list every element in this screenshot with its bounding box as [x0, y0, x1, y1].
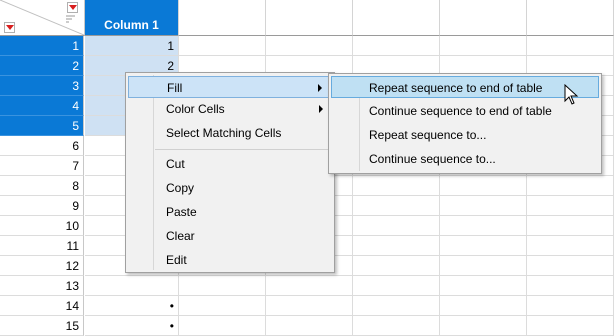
- empty-cell[interactable]: [440, 196, 527, 216]
- menu-item-label: Color Cells: [166, 102, 225, 116]
- row-number[interactable]: 6: [0, 136, 84, 156]
- row-number[interactable]: 8: [0, 176, 84, 196]
- column1-cell[interactable]: •: [85, 296, 179, 316]
- menu-item-label: Continue sequence to end of table: [369, 104, 552, 118]
- menu-item-label: Copy: [166, 181, 195, 195]
- column1-cell[interactable]: 1: [85, 36, 179, 56]
- column-header-empty[interactable]: [266, 0, 353, 36]
- column-header-empty[interactable]: [353, 0, 440, 36]
- row-menu-red-triangle-icon[interactable]: [4, 22, 15, 33]
- menu-item-label: Cut: [166, 157, 185, 171]
- empty-cell[interactable]: [179, 296, 266, 316]
- menu-item-label: Clear: [166, 229, 195, 243]
- menu-separator: [155, 149, 331, 150]
- menu-item-label: Continue sequence to...: [369, 152, 496, 166]
- empty-cell[interactable]: [440, 316, 527, 336]
- menu-item-select-matching-cells[interactable]: Select Matching Cells: [128, 122, 332, 144]
- empty-cell[interactable]: [353, 256, 440, 276]
- column-header-1[interactable]: Column 1: [85, 0, 179, 36]
- empty-cell[interactable]: [353, 236, 440, 256]
- mouse-pointer-icon: [564, 84, 579, 105]
- empty-cell[interactable]: [527, 216, 614, 236]
- empty-cell[interactable]: [527, 296, 614, 316]
- row-number[interactable]: 3: [0, 76, 84, 96]
- row-number[interactable]: 2: [0, 56, 84, 76]
- table-corner: [0, 0, 85, 36]
- empty-cell[interactable]: [527, 196, 614, 216]
- row-number[interactable]: 5: [0, 116, 84, 136]
- empty-cell[interactable]: [266, 276, 353, 296]
- empty-cell[interactable]: [527, 176, 614, 196]
- menu-item-label: Edit: [166, 253, 187, 267]
- row-number[interactable]: 7: [0, 156, 84, 176]
- menu-item-label: Fill: [167, 81, 183, 95]
- empty-cell[interactable]: [440, 216, 527, 236]
- empty-cell[interactable]: [353, 176, 440, 196]
- row-number[interactable]: 12: [0, 256, 84, 276]
- empty-cell[interactable]: [527, 316, 614, 336]
- empty-cell[interactable]: [527, 256, 614, 276]
- row-number[interactable]: 15: [0, 316, 84, 336]
- menu-item-label: Paste: [166, 205, 197, 219]
- row-number[interactable]: 14: [0, 296, 84, 316]
- submenu-item-repeat-to[interactable]: Repeat sequence to...: [331, 124, 599, 146]
- row-number[interactable]: 11: [0, 236, 84, 256]
- submenu-item-repeat-to-end[interactable]: Repeat sequence to end of table: [331, 76, 599, 98]
- menu-item-cut[interactable]: Cut: [128, 153, 332, 175]
- menu-item-label: Select Matching Cells: [166, 126, 282, 140]
- menu-item-label: Repeat sequence to end of table: [369, 81, 543, 95]
- fill-submenu: Repeat sequence to end of table Continue…: [328, 73, 602, 174]
- menu-item-label: Repeat sequence to...: [369, 128, 487, 142]
- row-number[interactable]: 10: [0, 216, 84, 236]
- column-header-empty[interactable]: [527, 0, 614, 36]
- column-menu-red-triangle-icon[interactable]: [67, 2, 78, 13]
- empty-cell[interactable]: [353, 276, 440, 296]
- empty-cell[interactable]: [179, 316, 266, 336]
- column-header-label: Column 1: [104, 18, 159, 32]
- menu-item-color-cells[interactable]: Color Cells: [128, 98, 332, 120]
- empty-cell[interactable]: [527, 236, 614, 256]
- menu-item-edit[interactable]: Edit: [128, 249, 332, 271]
- empty-cell[interactable]: [353, 216, 440, 236]
- empty-cell[interactable]: [353, 316, 440, 336]
- row-number[interactable]: 4: [0, 96, 84, 116]
- empty-cell[interactable]: [266, 36, 353, 56]
- menu-item-paste[interactable]: Paste: [128, 201, 332, 223]
- submenu-arrow-icon: [319, 105, 323, 113]
- empty-cell[interactable]: [179, 36, 266, 56]
- menu-item-copy[interactable]: Copy: [128, 177, 332, 199]
- row-number[interactable]: 1: [0, 36, 84, 56]
- empty-cell[interactable]: [353, 296, 440, 316]
- row-number[interactable]: 13: [0, 276, 84, 296]
- empty-cell[interactable]: [266, 296, 353, 316]
- empty-cell[interactable]: [440, 236, 527, 256]
- empty-cell[interactable]: [527, 36, 614, 56]
- menu-item-clear[interactable]: Clear: [128, 225, 332, 247]
- empty-cell[interactable]: [440, 296, 527, 316]
- empty-cell[interactable]: [179, 276, 266, 296]
- empty-cell[interactable]: [440, 36, 527, 56]
- sort-lines-icon: [66, 15, 75, 23]
- column-header-empty[interactable]: [440, 0, 527, 36]
- submenu-arrow-icon: [318, 84, 322, 92]
- submenu-item-continue-to-end[interactable]: Continue sequence to end of table: [331, 100, 599, 122]
- empty-cell[interactable]: [440, 176, 527, 196]
- empty-cell[interactable]: [440, 256, 527, 276]
- empty-cell[interactable]: [353, 196, 440, 216]
- column1-cell[interactable]: •: [85, 316, 179, 336]
- row-number[interactable]: 9: [0, 196, 84, 216]
- empty-cell[interactable]: [527, 276, 614, 296]
- column1-cell[interactable]: [85, 276, 179, 296]
- menu-item-fill[interactable]: Fill: [128, 76, 332, 98]
- empty-cell[interactable]: [440, 276, 527, 296]
- column-header-empty[interactable]: [179, 0, 266, 36]
- context-menu: Fill Color Cells Select Matching Cells C…: [125, 72, 335, 273]
- submenu-item-continue-to[interactable]: Continue sequence to...: [331, 148, 599, 170]
- empty-cell[interactable]: [353, 36, 440, 56]
- empty-cell[interactable]: [266, 316, 353, 336]
